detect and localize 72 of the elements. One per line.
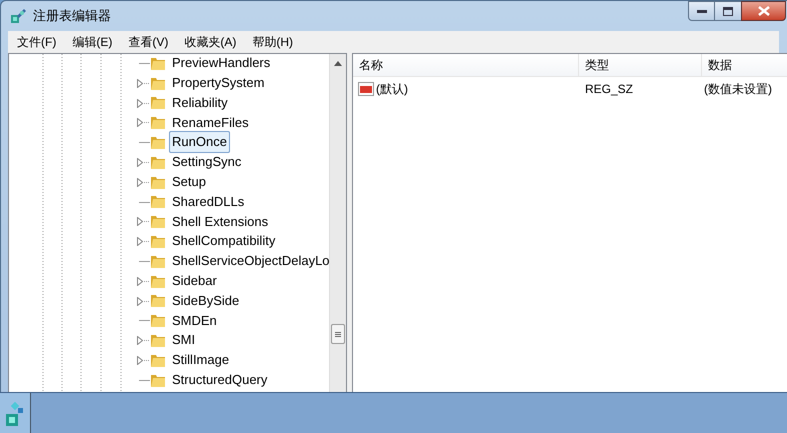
expand-arrow-icon[interactable]	[137, 178, 143, 187]
maximize-icon	[723, 6, 733, 16]
maximize-button[interactable]	[715, 1, 741, 21]
column-header[interactable]: 类型	[579, 54, 702, 76]
tree-item[interactable]: StructuredQuery	[169, 368, 270, 390]
tree-item[interactable]: SideBySide	[169, 290, 242, 312]
tree-item[interactable]: RunOnce	[169, 131, 230, 153]
taskbar-app-button[interactable]	[0, 393, 31, 433]
folder-icon	[150, 193, 166, 210]
tree-item[interactable]: PropertySystem	[169, 72, 268, 94]
tree-connector	[144, 300, 150, 302]
tree-item[interactable]: ShellServiceObjectDelayLo	[169, 250, 333, 272]
registry-editor-icon	[9, 7, 27, 25]
folder-icon	[150, 312, 166, 328]
expand-arrow-icon[interactable]	[137, 217, 143, 226]
tree-connector	[144, 122, 150, 124]
expand-arrow-icon[interactable]	[137, 158, 143, 167]
folder-icon	[150, 114, 166, 130]
scroll-thumb[interactable]	[331, 324, 345, 344]
tree-connector	[144, 280, 150, 282]
folder-icon	[150, 332, 166, 348]
expand-arrow-icon[interactable]	[137, 336, 143, 346]
table-cell-text: REG_SZ	[584, 81, 634, 98]
table-cell-text: (数值未设置)	[703, 81, 773, 98]
close-button[interactable]	[741, 1, 786, 21]
folder-icon	[150, 213, 166, 230]
tree-connector	[144, 360, 150, 361]
expand-arrow-icon[interactable]	[137, 276, 143, 286]
tree-connector	[144, 340, 150, 342]
folder-icon	[150, 292, 166, 308]
tree-connector	[144, 162, 150, 163]
tree-item[interactable]: SMDEn	[169, 310, 220, 332]
column-header[interactable]: 数据	[702, 54, 787, 76]
tree-connector	[144, 182, 150, 183]
table-cell-text: (默认)	[376, 81, 408, 98]
tree-connector	[144, 102, 150, 104]
close-icon	[758, 6, 770, 16]
tree-item[interactable]: RenameFiles	[169, 112, 252, 134]
tree-item[interactable]: SettingSync	[169, 151, 244, 173]
expand-arrow-icon[interactable]	[137, 98, 143, 108]
folder-icon	[150, 134, 166, 150]
tree-item[interactable]: SMI	[169, 329, 198, 351]
menu-item[interactable]: 查看(V)	[127, 33, 170, 51]
menu-item[interactable]: 文件(F)	[16, 33, 58, 51]
scroll-up-icon	[334, 61, 342, 66]
folder-icon	[150, 94, 166, 110]
folder-icon	[150, 233, 166, 250]
tree-item[interactable]: ShellCompatibility	[169, 230, 278, 252]
expand-arrow-icon[interactable]	[137, 237, 143, 246]
registry-editor-icon	[4, 400, 26, 428]
expand-arrow-icon[interactable]	[137, 78, 143, 88]
menu-item[interactable]: 帮助(H)	[251, 33, 294, 51]
tree-connector	[144, 241, 150, 242]
tree-item[interactable]: Reliability	[169, 92, 231, 114]
menu-item[interactable]: 收藏夹(A)	[183, 33, 238, 51]
tree-connector	[144, 221, 150, 222]
menu-item[interactable]: 编辑(E)	[71, 33, 114, 51]
minimize-button[interactable]	[688, 1, 715, 21]
minimize-icon	[696, 9, 706, 13]
expand-arrow-icon[interactable]	[137, 356, 143, 365]
expand-arrow-icon[interactable]	[137, 118, 143, 128]
tree-item[interactable]: SharedDLLs	[169, 190, 248, 212]
tree-item[interactable]: Shell Extensions	[169, 210, 272, 232]
tree-item[interactable]: Sidebar	[169, 270, 220, 292]
expand-arrow-icon[interactable]	[137, 296, 143, 306]
tree-connector	[144, 82, 150, 84]
string-value-icon	[358, 82, 374, 96]
window-title: 注册表编辑器	[33, 7, 111, 26]
tree-item[interactable]: PreviewHandlers	[169, 54, 274, 74]
tree-item[interactable]: Setup	[169, 170, 209, 192]
column-header[interactable]: 名称	[353, 54, 579, 76]
tree-item[interactable]: StillImage	[169, 349, 232, 371]
